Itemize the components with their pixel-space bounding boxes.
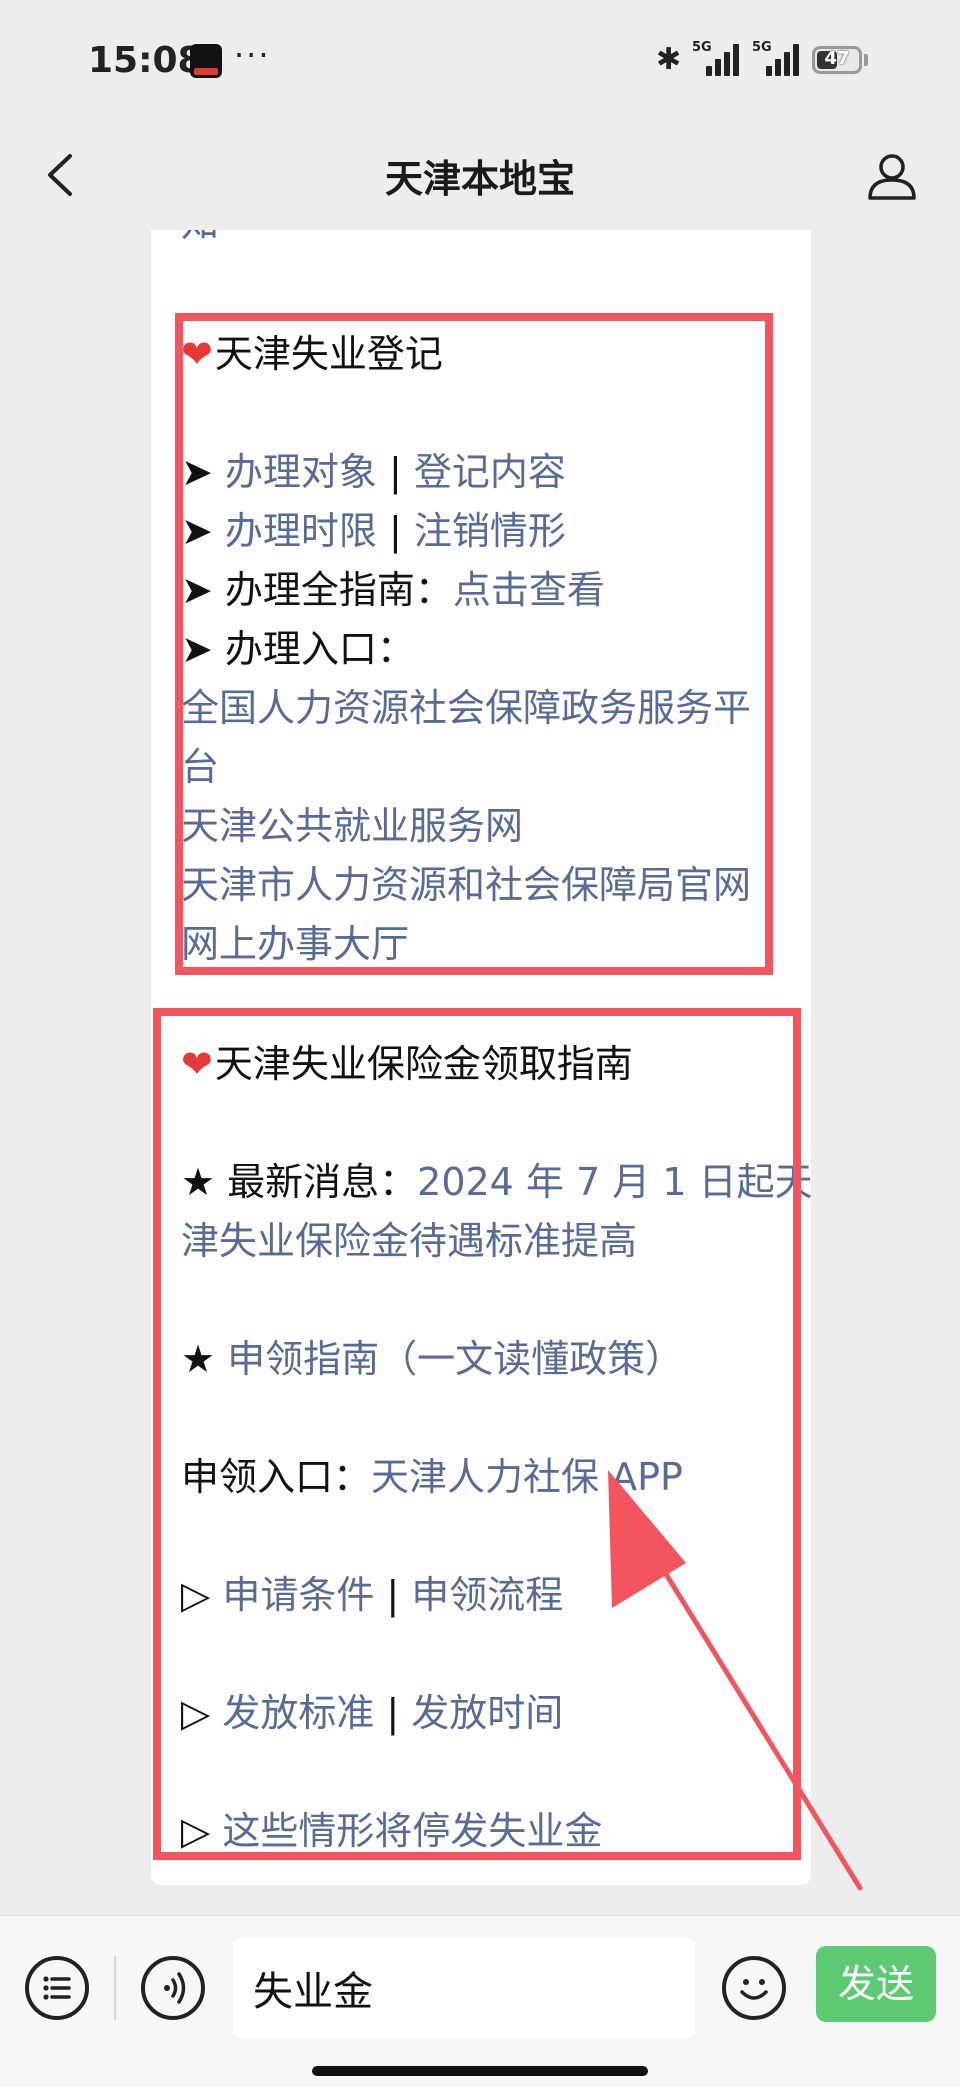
- highlight-box-2: [153, 1008, 801, 1860]
- battery-icon: 47: [812, 46, 862, 74]
- menu-list-icon[interactable]: [25, 1956, 89, 2020]
- chat-input-bar: 发送: [0, 1915, 960, 2087]
- status-more-icon: ···: [234, 36, 271, 74]
- partial-link-text[interactable]: 知: [181, 230, 219, 253]
- send-button[interactable]: 发送: [816, 1946, 936, 2022]
- nav-bar: 天津本地宝: [0, 120, 960, 230]
- home-indicator: [312, 2066, 648, 2076]
- cellular-signal-icon-1: 5G: [692, 40, 744, 76]
- page-title: 天津本地宝: [384, 157, 575, 201]
- status-time: 15:08: [88, 40, 203, 81]
- status-bar: 15:08 ··· ✱ 5G 5G 47: [0, 0, 960, 120]
- emoji-icon[interactable]: [722, 1956, 786, 2020]
- profile-icon[interactable]: [866, 150, 918, 202]
- message-input[interactable]: [251, 1954, 675, 2022]
- cellular-signal-icon-2: 5G: [752, 40, 804, 76]
- app-notification-icon: [190, 44, 222, 78]
- message-input-box[interactable]: [233, 1938, 695, 2038]
- highlight-box-1: [175, 313, 773, 975]
- bluetooth-icon: ✱: [656, 42, 682, 77]
- voice-input-icon[interactable]: [141, 1956, 205, 2020]
